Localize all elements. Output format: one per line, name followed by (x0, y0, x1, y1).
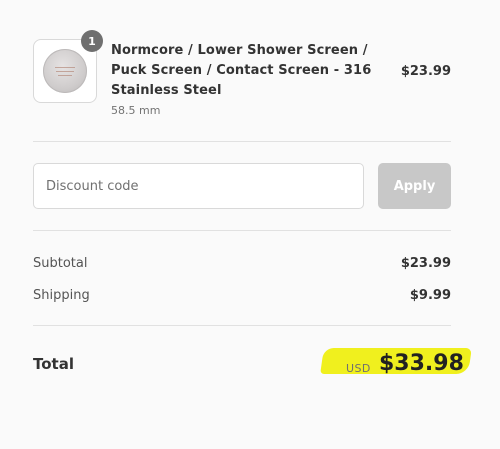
discount-code-input[interactable] (33, 163, 364, 209)
product-thumbnail: 1 (33, 30, 103, 103)
apply-button[interactable]: Apply (378, 163, 451, 209)
product-price: $23.99 (400, 64, 451, 79)
subtotal-label: Subtotal (33, 256, 88, 271)
shipping-label: Shipping (33, 288, 90, 303)
order-summary: 1 Normcore / Lower Shower Screen / Puck … (0, 0, 500, 449)
divider (33, 141, 451, 142)
total-amount: $33.98 (379, 351, 464, 376)
shipping-value: $9.99 (409, 288, 451, 303)
total-label: Total (33, 355, 74, 373)
subtotal-value: $23.99 (400, 256, 451, 271)
puck-screen-image (43, 49, 87, 93)
product-variant: 58.5 mm (111, 104, 161, 117)
product-title: Normcore / Lower Shower Screen / Puck Sc… (111, 43, 372, 98)
divider (33, 325, 451, 326)
currency-code: USD (346, 362, 371, 375)
quantity-badge: 1 (81, 30, 103, 52)
divider (33, 230, 451, 231)
